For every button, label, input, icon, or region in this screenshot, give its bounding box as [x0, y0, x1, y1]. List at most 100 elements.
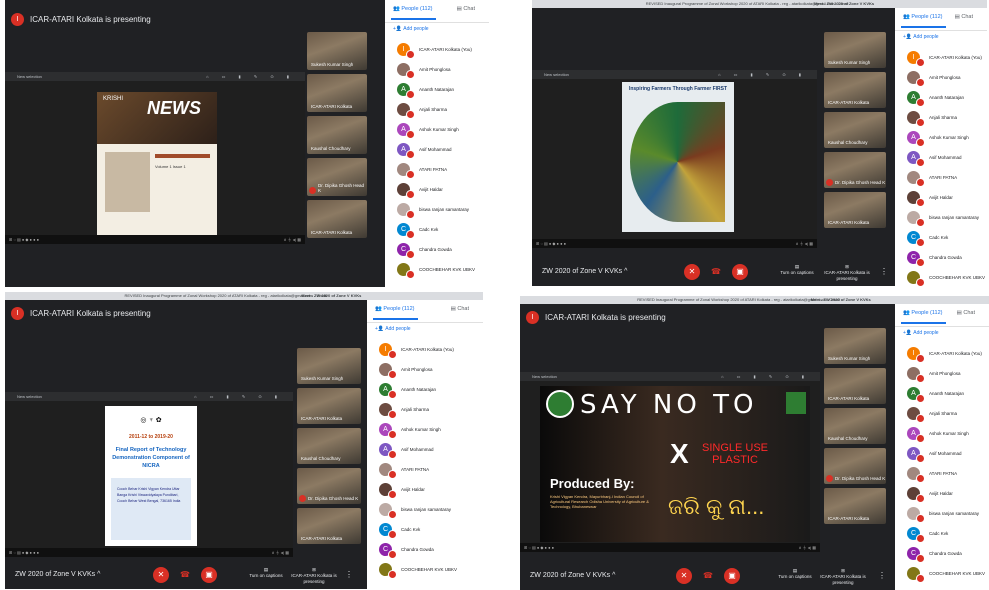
participant-row[interactable]: I ICAR-ATARI Kolkata (You)	[367, 340, 483, 360]
participant-row[interactable]: Anjali Sharma	[385, 100, 489, 120]
add-people-button[interactable]: +👤 Add people	[903, 330, 939, 336]
participant-row[interactable]: A Asif Mohammad	[895, 444, 989, 464]
captions-button[interactable]: ▤ Turn on captions	[243, 567, 289, 579]
participant-tile[interactable]: Sukesh Kumar Singh	[297, 348, 361, 384]
participant-tile[interactable]: ICAR-ATARI Kolkata	[297, 388, 361, 424]
screen-tools[interactable]: ⌂ ▭ ▮ ✎ ⊙ ▮	[721, 372, 810, 381]
participant-tile[interactable]: Kaushal Choudhary	[824, 408, 886, 444]
participant-tile[interactable]: Sukesh Kumar Singh	[824, 32, 886, 68]
participant-row[interactable]: COOCHBEHAR KVK UBKV	[895, 564, 989, 584]
participant-row[interactable]: A Asif Mohammad	[367, 440, 483, 460]
participant-tile[interactable]: Sukesh Kumar Singh	[824, 328, 886, 364]
participant-row[interactable]: C Chandra Gowda	[895, 248, 987, 268]
participant-tile[interactable]: ICAR-ATARI Kolkata	[824, 368, 886, 404]
meeting-title[interactable]: ZW 2020 of Zone V KVKs ^	[542, 268, 627, 275]
participant-row[interactable]: ATARI PATNA	[895, 464, 989, 484]
participant-row[interactable]: A Asif Mohammad	[895, 148, 987, 168]
participant-tile[interactable]: Dr. Dipika Ghosh Head K	[824, 152, 886, 188]
participant-tile[interactable]: ICAR-ATARI Kolkata	[824, 192, 886, 228]
participant-row[interactable]: C Chandra Gowda	[895, 544, 989, 564]
participant-row[interactable]: A Ashok Kumar Singh	[367, 420, 483, 440]
participant-tile[interactable]: Kaushal Choudhary	[824, 112, 886, 148]
participant-row[interactable]: COOCHBEHAR KVK UBKV	[367, 560, 483, 580]
screen-tools[interactable]: ⌂ ▭ ▮ ✎ ⊙ ▮	[718, 70, 807, 79]
participant-row[interactable]: ATARI PATNA	[367, 460, 483, 480]
participant-tile[interactable]: ICAR-ATARI Kolkata	[824, 488, 886, 524]
captions-button[interactable]: ▤ Turn on captions	[774, 264, 820, 276]
add-people-button[interactable]: +👤 Add people	[903, 34, 939, 40]
more-options-icon[interactable]: ⋮	[878, 571, 886, 580]
participant-row[interactable]: biswa ranjan samantaray	[895, 504, 989, 524]
participant-row[interactable]: ATARI PATNA	[385, 160, 489, 180]
participant-row[interactable]: Anjali Sharma	[895, 404, 989, 424]
participant-tile[interactable]: Dr. Dipika Ghosh Head K	[307, 158, 367, 196]
participant-row[interactable]: Anjali Sharma	[367, 400, 483, 420]
captions-button[interactable]: ▤ Turn on captions	[772, 568, 818, 580]
tab-chat[interactable]: ▤ Chat	[957, 310, 975, 316]
participant-row[interactable]: C Cadc Kvk	[367, 520, 483, 540]
participant-row[interactable]: Anjali Sharma	[895, 108, 987, 128]
tab-chat[interactable]: ▤ Chat	[451, 306, 469, 312]
participant-tile[interactable]: Sukesh Kumar Singh	[307, 32, 367, 70]
participant-row[interactable]: C Chandra Gowda	[385, 240, 489, 260]
participant-row[interactable]: Avijit Haldar	[895, 484, 989, 504]
participant-row[interactable]: A Ananth Natarajan	[385, 80, 489, 100]
participant-row[interactable]: A Asif Mohammad	[385, 140, 489, 160]
participant-row[interactable]: I ICAR-ATARI Kolkata (You)	[895, 344, 989, 364]
tab-people[interactable]: 👥 People (112)	[900, 14, 948, 28]
participant-row[interactable]: ATARI PATNA	[895, 168, 987, 188]
mic-off-button[interactable]: ✕	[676, 568, 692, 584]
participant-tile[interactable]: Kaushal Choudhary	[307, 116, 367, 154]
participant-row[interactable]: Avijit Haldar	[367, 480, 483, 500]
tab-people[interactable]: 👥 People (112)	[900, 310, 948, 324]
participant-row[interactable]: C Cadc Kvk	[895, 228, 987, 248]
participant-row[interactable]: Amit Phonglosa	[895, 68, 987, 88]
tab-chat[interactable]: ▤ Chat	[457, 6, 475, 12]
more-options-icon[interactable]: ⋮	[345, 570, 353, 579]
camera-off-button[interactable]: ▣	[732, 264, 748, 280]
participant-row[interactable]: Avijit Haldar	[895, 188, 987, 208]
participant-row[interactable]: A Ashok Kumar Singh	[385, 120, 489, 140]
participant-row[interactable]: I ICAR-ATARI Kolkata (You)	[895, 48, 987, 68]
participant-row[interactable]: Amit Phonglosa	[895, 364, 989, 384]
participant-tile[interactable]: ICAR-ATARI Kolkata	[297, 508, 361, 544]
mic-off-button[interactable]: ✕	[153, 567, 169, 583]
meeting-title[interactable]: ZW 2020 of Zone V KVKs ^	[15, 571, 100, 578]
participant-row[interactable]: Avijit Haldar	[385, 180, 489, 200]
participant-tile[interactable]: Dr. Dipika Ghosh Head K	[297, 468, 361, 504]
participant-row[interactable]: A Ashok Kumar Singh	[895, 128, 987, 148]
participant-row[interactable]: A Ashok Kumar Singh	[895, 424, 989, 444]
add-people-button[interactable]: +👤 Add people	[375, 326, 411, 332]
participant-row[interactable]: A Ananth Natarajan	[895, 88, 987, 108]
participant-row[interactable]: COOCHBEHAR KVK UBKV	[895, 268, 987, 286]
add-people-button[interactable]: +👤 Add people	[393, 26, 429, 32]
camera-off-button[interactable]: ▣	[201, 567, 217, 583]
participant-row[interactable]: C Cadc Kvk	[895, 524, 989, 544]
participant-tile[interactable]: ICAR-ATARI Kolkata	[824, 72, 886, 108]
present-button[interactable]: ⊞ ICAR-ATARI Kolkata is presenting	[820, 568, 866, 586]
tab-people[interactable]: 👥 People (112)	[390, 6, 438, 20]
tab-people[interactable]: 👥 People (112)	[372, 306, 420, 320]
participant-row[interactable]: C Cadc Kvk	[385, 220, 489, 240]
participant-row[interactable]: biswa ranjan samantaray	[385, 200, 489, 220]
participant-row[interactable]: A Ananth Natarajan	[895, 384, 989, 404]
participant-row[interactable]: I ICAR-ATARI Kolkata (You)	[385, 40, 489, 60]
participant-tile[interactable]: ICAR-ATARI Kolkata	[307, 200, 367, 238]
participant-row[interactable]: biswa ranjan samantaray	[895, 208, 987, 228]
screen-tools[interactable]: ⌂ ▭ ▮ ✎ ⊙ ▮	[194, 392, 283, 401]
participant-row[interactable]: Amit Phonglosa	[385, 60, 489, 80]
participant-row[interactable]: A Ananth Natarajan	[367, 380, 483, 400]
hang-up-button[interactable]: ☎	[177, 567, 193, 583]
participant-row[interactable]: COOCHBEHAR KVK UBKV	[385, 260, 489, 280]
participant-tile[interactable]: ICAR-ATARI Kolkata	[307, 74, 367, 112]
camera-off-button[interactable]: ▣	[724, 568, 740, 584]
tab-chat[interactable]: ▤ Chat	[955, 14, 973, 20]
meeting-title[interactable]: ZW 2020 of Zone V KVKs ^	[530, 572, 615, 579]
participant-row[interactable]: C Chandra Gowda	[367, 540, 483, 560]
participant-tile[interactable]: Kaushal Choudhary	[297, 428, 361, 464]
hang-up-button[interactable]: ☎	[708, 264, 724, 280]
mic-off-button[interactable]: ✕	[684, 264, 700, 280]
participant-row[interactable]: biswa ranjan samantaray	[367, 500, 483, 520]
present-button[interactable]: ⊞ ICAR-ATARI Kolkata is presenting	[291, 567, 337, 585]
present-button[interactable]: ⊞ ICAR-ATARI Kolkata is presenting	[824, 264, 870, 282]
